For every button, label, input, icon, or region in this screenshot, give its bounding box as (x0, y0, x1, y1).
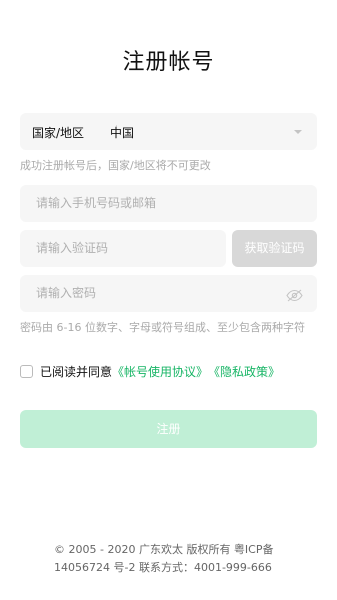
get-code-button[interactable]: 获取验证码 (232, 230, 317, 267)
phone-email-input[interactable] (36, 196, 276, 210)
password-field-container (20, 275, 317, 312)
region-value: 中国 (110, 126, 135, 140)
register-button[interactable]: 注册 (20, 410, 317, 448)
region-select[interactable]: 国家/地区 中国 (20, 113, 317, 150)
privacy-link[interactable]: 《隐私政策》 (208, 363, 280, 380)
eye-closed-icon[interactable] (286, 287, 303, 302)
region-hint: 成功注册帐号后，国家/地区将不可更改 (20, 159, 211, 172)
agreement-text: 已阅读并同意 (40, 364, 113, 379)
password-input[interactable] (36, 286, 276, 300)
phone-email-field-container (20, 185, 317, 222)
register-page: 注册帐号 国家/地区 中国 成功注册帐号后，国家/地区将不可更改 获取验证码 密… (0, 0, 337, 600)
page-title: 注册帐号 (122, 50, 215, 75)
footer-copyright: © 2005 - 2020 广东欢太 版权所有 粤ICP备14056724 号-… (54, 543, 274, 574)
agree-checkbox[interactable] (20, 364, 33, 378)
region-label: 国家/地区 (32, 126, 85, 140)
verification-code-input[interactable] (36, 241, 216, 255)
caret-down-icon (294, 130, 302, 134)
agreement-row: 已阅读并同意 《帐号使用协议》 《隐私政策》 (20, 363, 280, 379)
password-hint: 密码由 6-16 位数字、字母或符号组成、至少包含两种字符 (20, 321, 305, 334)
verification-code-field-container (20, 230, 226, 267)
terms-link[interactable]: 《帐号使用协议》 (112, 363, 208, 380)
